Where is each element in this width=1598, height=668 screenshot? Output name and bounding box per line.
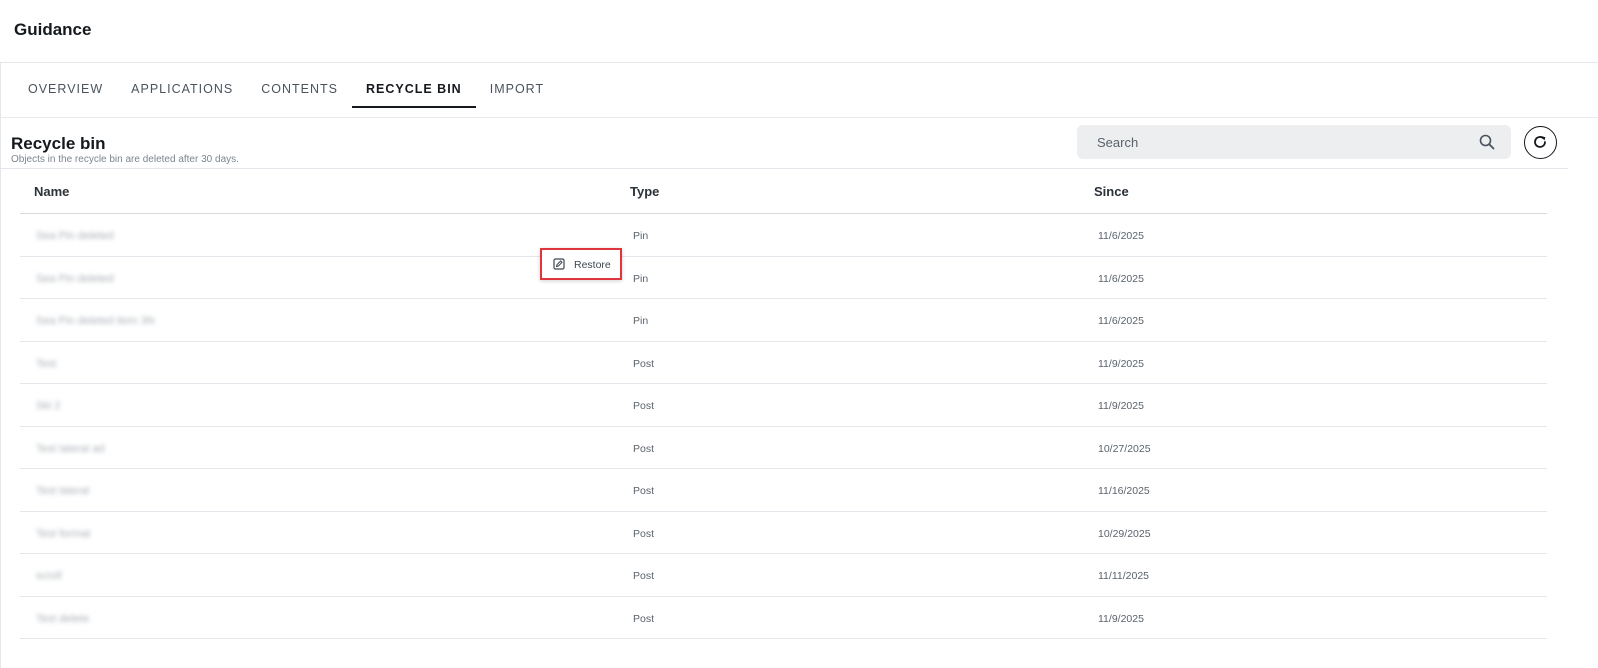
row-name: Sea Pin deleted [36, 230, 114, 242]
row-name: Sea Pin deleted item 3N [36, 315, 155, 327]
row-type: Post [633, 570, 655, 582]
row-since: 11/9/2025 [1098, 400, 1144, 412]
table-row[interactable]: Ski 2 Post 11/9/2025 [20, 384, 1547, 427]
table-row[interactable]: Test delete Post 11/9/2025 [20, 597, 1547, 639]
tab-contents[interactable]: CONTENTS [247, 72, 352, 108]
row-since: 11/6/2025 [1098, 315, 1144, 327]
row-type: Pin [633, 315, 649, 327]
table-row[interactable]: scroll Post 11/11/2025 [20, 554, 1547, 597]
column-header-since[interactable]: Since [1094, 184, 1129, 199]
row-name: Test lateral [36, 485, 90, 497]
table-row[interactable]: Sea Pin deleted item 3N Pin 11/6/2025 [20, 299, 1547, 342]
search-icon[interactable] [1479, 134, 1495, 150]
row-type: Post [633, 612, 655, 625]
row-name: Ski 2 [36, 400, 61, 412]
table-header: Name Type Since [20, 169, 1547, 214]
search-box [1077, 125, 1511, 159]
restore-icon [553, 258, 565, 270]
table-row[interactable]: Sea Pin deleted Pin 11/6/2025 [20, 257, 1547, 299]
restore-button[interactable]: Restore [540, 248, 622, 280]
row-name: Sea Pin deleted [36, 272, 114, 285]
table-row[interactable]: Test lateral Post 11/16/2025 [20, 469, 1547, 512]
row-name: scroll [36, 570, 62, 582]
search-input[interactable] [1077, 125, 1467, 159]
section-divider [0, 117, 1598, 118]
row-name: Test lateral ad [36, 442, 105, 455]
tab-recycle-bin[interactable]: RECYCLE BIN [351, 72, 476, 108]
app-header: Guidance [0, 0, 1598, 63]
row-since: 10/29/2025 [1098, 527, 1151, 540]
row-type: Post [633, 400, 655, 412]
row-type: Pin [633, 272, 649, 285]
recycle-bin-table: Name Type Since Sea Pin deleted Pin 11/6… [20, 169, 1547, 639]
refresh-button[interactable] [1524, 126, 1557, 159]
row-since: 11/9/2025 [1098, 612, 1144, 625]
tab-import[interactable]: IMPORT [476, 72, 558, 108]
column-header-type[interactable]: Type [630, 184, 659, 199]
page-subtitle: Objects in the recycle bin are deleted a… [11, 154, 239, 165]
row-since: 11/9/2025 [1098, 357, 1144, 370]
row-name: Test delete [36, 612, 90, 625]
row-since: 10/27/2025 [1098, 442, 1151, 455]
row-type: Post [633, 357, 655, 370]
tab-overview[interactable]: OVERVIEW [14, 72, 117, 108]
tab-applications[interactable]: APPLICATIONS [117, 72, 247, 108]
row-name: Test format [36, 527, 91, 540]
row-type: Pin [633, 230, 649, 242]
row-since: 11/16/2025 [1098, 485, 1150, 497]
table-row[interactable]: Test lateral ad Post 10/27/2025 [20, 427, 1547, 469]
row-type: Post [633, 527, 655, 540]
table-row[interactable]: Sea Pin deleted Pin 11/6/2025 [20, 214, 1547, 257]
app-title: Guidance [14, 20, 92, 39]
row-type: Post [633, 485, 655, 497]
restore-label: Restore [574, 259, 611, 271]
row-type: Post [633, 442, 655, 455]
row-since: 11/6/2025 [1098, 272, 1144, 285]
refresh-icon [1534, 136, 1546, 148]
column-header-name[interactable]: Name [34, 184, 69, 199]
row-since: 11/6/2025 [1098, 230, 1144, 242]
page-title: Recycle bin [11, 134, 106, 153]
row-name: Test [36, 357, 57, 370]
row-since: 11/11/2025 [1098, 570, 1149, 582]
table-row[interactable]: Test format Post 10/29/2025 [20, 512, 1547, 554]
tab-bar: OVERVIEW APPLICATIONS CONTENTS RECYCLE B… [14, 72, 558, 108]
table-row[interactable]: Test Post 11/9/2025 [20, 342, 1547, 384]
